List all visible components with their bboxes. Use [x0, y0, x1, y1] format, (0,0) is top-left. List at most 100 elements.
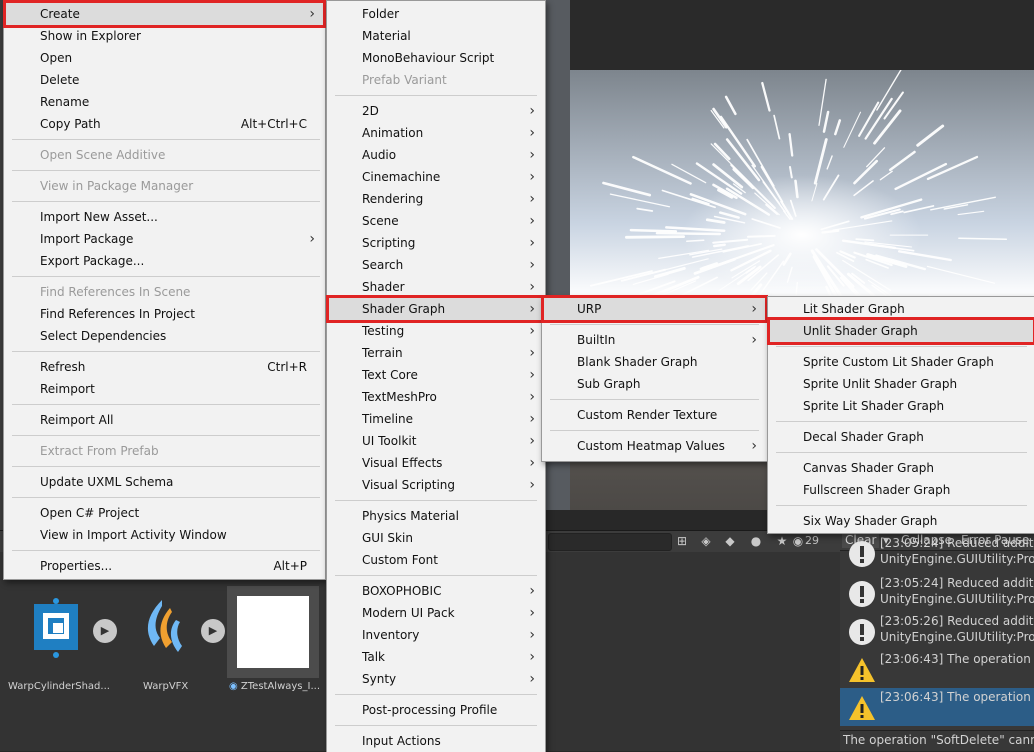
create-item-input-actions[interactable]: Input Actions: [327, 730, 545, 752]
create-item-2d[interactable]: 2D›: [327, 100, 545, 122]
console-log-row[interactable]: [23:05:24] Reduced additioUnityEngine.GU…: [840, 574, 1034, 612]
create-item-text-core[interactable]: Text Core›: [327, 364, 545, 386]
create-item-ui-toolkit[interactable]: UI Toolkit›: [327, 430, 545, 452]
asset-label-warpcylinder[interactable]: WarpCylinderShad...: [8, 681, 110, 692]
log-message: [23:05:24] Reduced additio: [880, 536, 1034, 550]
create-item-terrain[interactable]: Terrain›: [327, 342, 545, 364]
menu-separator: [776, 421, 1027, 422]
menu-item-delete[interactable]: Delete: [4, 69, 325, 91]
create-item-audio[interactable]: Audio›: [327, 144, 545, 166]
create-item-gui-skin[interactable]: GUI Skin: [327, 527, 545, 549]
menu-item-open-c-project[interactable]: Open C# Project: [4, 502, 325, 524]
urp-item-canvas-shader-graph[interactable]: Canvas Shader Graph: [768, 457, 1034, 479]
shadergraph-item-blank-shader-graph[interactable]: Blank Shader Graph: [542, 351, 767, 373]
label-tag-icon[interactable]: ◆: [722, 533, 738, 549]
menu-item-create[interactable]: Create›: [4, 3, 325, 25]
menu-item-update-uxml-schema[interactable]: Update UXML Schema: [4, 471, 325, 493]
submenu-arrow-icon: ›: [529, 342, 535, 364]
menu-item-label: Audio: [362, 144, 396, 166]
menu-separator: [12, 170, 320, 171]
create-item-visual-scripting[interactable]: Visual Scripting›: [327, 474, 545, 496]
create-item-search[interactable]: Search›: [327, 254, 545, 276]
menu-item-label: Show in Explorer: [40, 25, 141, 47]
create-item-timeline[interactable]: Timeline›: [327, 408, 545, 430]
shader-graph-asset-icon[interactable]: [33, 598, 79, 658]
asset-label-warpvfx[interactable]: WarpVFX: [143, 681, 188, 692]
shadergraph-item-urp[interactable]: URP›: [542, 298, 767, 320]
create-item-cinemachine[interactable]: Cinemachine›: [327, 166, 545, 188]
log-filter-icon[interactable]: ●: [748, 533, 764, 549]
expand-asset-icon[interactable]: ▶: [201, 619, 225, 643]
menu-item-view-in-import-activity-window[interactable]: View in Import Activity Window: [4, 524, 325, 546]
hidden-packages-eye-icon[interactable]: ◉: [790, 533, 806, 549]
console-log-row[interactable]: [23:05:26] Reduced additioUnityEngine.GU…: [840, 612, 1034, 650]
menu-separator: [335, 694, 537, 695]
material-asset-tile[interactable]: [227, 586, 319, 678]
menu-item-label: Search: [362, 254, 403, 276]
console-log-row[interactable]: [23:06:43] The operation "So: [840, 688, 1034, 726]
urp-item-six-way-shader-graph[interactable]: Six Way Shader Graph: [768, 510, 1034, 532]
asset-label-ztest-text: ZTestAlways_I...: [241, 681, 320, 692]
menu-item-copy-path[interactable]: Copy PathAlt+Ctrl+C: [4, 113, 325, 135]
urp-item-decal-shader-graph[interactable]: Decal Shader Graph: [768, 426, 1034, 448]
urp-item-sprite-lit-shader-graph[interactable]: Sprite Lit Shader Graph: [768, 395, 1034, 417]
urp-item-sprite-unlit-shader-graph[interactable]: Sprite Unlit Shader Graph: [768, 373, 1034, 395]
menu-item-export-package[interactable]: Export Package...: [4, 250, 325, 272]
urp-item-sprite-custom-lit-shader-graph[interactable]: Sprite Custom Lit Shader Graph: [768, 351, 1034, 373]
menu-item-label: Extract From Prefab: [40, 440, 159, 462]
create-item-rendering[interactable]: Rendering›: [327, 188, 545, 210]
create-item-scene[interactable]: Scene›: [327, 210, 545, 232]
menu-item-show-in-explorer[interactable]: Show in Explorer: [4, 25, 325, 47]
create-item-visual-effects[interactable]: Visual Effects›: [327, 452, 545, 474]
menu-separator: [776, 505, 1027, 506]
console-panel: Clear ▾ Collapse Error Pause [23:05:24] …: [840, 530, 1034, 751]
create-item-scripting[interactable]: Scripting›: [327, 232, 545, 254]
create-item-textmeshpro[interactable]: TextMeshPro›: [327, 386, 545, 408]
menu-item-rename[interactable]: Rename: [4, 91, 325, 113]
shadergraph-item-custom-render-texture[interactable]: Custom Render Texture: [542, 404, 767, 426]
menu-item-open[interactable]: Open: [4, 47, 325, 69]
menu-item-reimport[interactable]: Reimport: [4, 378, 325, 400]
console-detail-line1: The operation "SoftDelete" cannot: [843, 731, 1034, 749]
shadergraph-item-custom-heatmap-values[interactable]: Custom Heatmap Values›: [542, 435, 767, 457]
create-item-synty[interactable]: Synty›: [327, 668, 545, 690]
create-item-animation[interactable]: Animation›: [327, 122, 545, 144]
console-log-row[interactable]: [23:06:43] The operation "S: [840, 650, 1034, 688]
create-item-post-processing-profile[interactable]: Post-processing Profile: [327, 699, 545, 721]
menu-item-reimport-all[interactable]: Reimport All: [4, 409, 325, 431]
search-by-label-icon[interactable]: ◈: [698, 533, 714, 549]
urp-item-fullscreen-shader-graph[interactable]: Fullscreen Shader Graph: [768, 479, 1034, 501]
vfx-graph-asset-icon[interactable]: [140, 598, 186, 658]
create-item-material[interactable]: Material: [327, 25, 545, 47]
expand-asset-icon[interactable]: ▶: [93, 619, 117, 643]
menu-item-refresh[interactable]: RefreshCtrl+R: [4, 356, 325, 378]
create-item-inventory[interactable]: Inventory›: [327, 624, 545, 646]
menu-item-import-package[interactable]: Import Package›: [4, 228, 325, 250]
search-by-type-icon[interactable]: ⊞: [674, 533, 690, 549]
menu-item-label: Find References In Project: [40, 303, 195, 325]
create-item-custom-font[interactable]: Custom Font: [327, 549, 545, 571]
asset-label-ztest[interactable]: ◉ ZTestAlways_I...: [229, 681, 320, 692]
create-item-monobehaviour-script[interactable]: MonoBehaviour Script: [327, 47, 545, 69]
menu-item-label: TextMeshPro: [362, 386, 437, 408]
favorite-star-icon[interactable]: ★: [774, 533, 790, 549]
menu-item-properties[interactable]: Properties...Alt+P: [4, 555, 325, 577]
menu-item-label: Open C# Project: [40, 502, 139, 524]
console-log-row[interactable]: [23:05:24] Reduced additioUnityEngine.GU…: [840, 534, 1034, 572]
urp-item-unlit-shader-graph[interactable]: Unlit Shader Graph: [768, 320, 1034, 342]
create-item-folder[interactable]: Folder: [327, 3, 545, 25]
create-item-talk[interactable]: Talk›: [327, 646, 545, 668]
menu-separator: [776, 346, 1027, 347]
menu-item-import-new-asset[interactable]: Import New Asset...: [4, 206, 325, 228]
shadergraph-item-sub-graph[interactable]: Sub Graph: [542, 373, 767, 395]
shadergraph-item-builtin[interactable]: BuiltIn›: [542, 329, 767, 351]
create-item-testing[interactable]: Testing›: [327, 320, 545, 342]
create-item-shader-graph[interactable]: Shader Graph›: [327, 298, 545, 320]
menu-item-select-dependencies[interactable]: Select Dependencies: [4, 325, 325, 347]
create-item-boxophobic[interactable]: BOXOPHOBIC›: [327, 580, 545, 602]
project-search-input[interactable]: [548, 533, 672, 551]
create-item-physics-material[interactable]: Physics Material: [327, 505, 545, 527]
create-item-modern-ui-pack[interactable]: Modern UI Pack›: [327, 602, 545, 624]
menu-item-find-references-in-project[interactable]: Find References In Project: [4, 303, 325, 325]
info-log-icon: [848, 540, 876, 568]
